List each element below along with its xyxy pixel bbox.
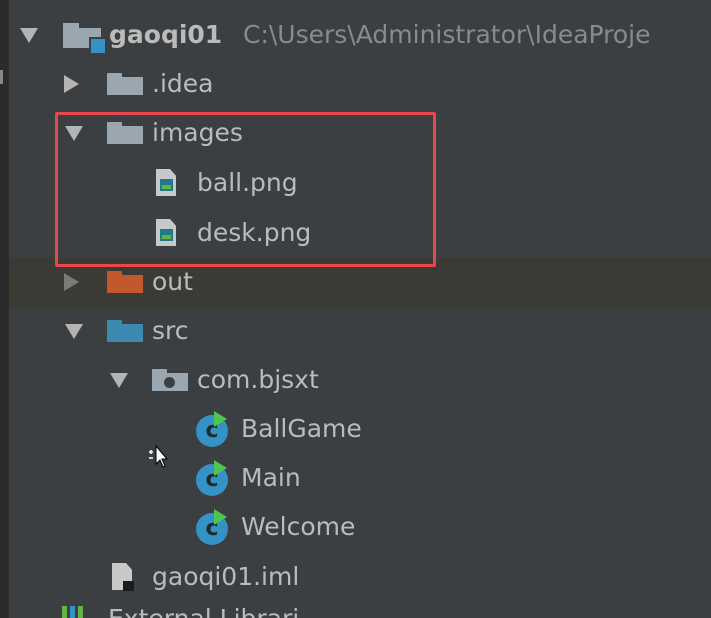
tree-item-label: BallGame [241,414,362,443]
tree-item-label: gaoqi01.iml [152,562,300,591]
module-file-icon [112,563,134,591]
project-name: gaoqi01 [109,20,223,49]
java-class-run-icon: c [196,411,232,447]
tree-row-external-libraries[interactable]: External Librari [20,604,380,618]
highlight-annotation-box [55,112,436,267]
tree-row-src[interactable]: src [9,307,711,356]
folder-icon [107,73,143,95]
java-class-run-icon: c [196,509,232,545]
left-gutter [0,0,9,618]
chevron-right-icon[interactable] [64,75,79,93]
tree-item-label: Welcome [241,512,356,541]
package-icon [152,369,188,391]
chevron-down-icon[interactable] [110,373,128,388]
library-icon [62,606,86,618]
chevron-down-icon[interactable] [20,28,38,43]
gutter-mark [0,70,3,84]
project-path: C:\Users\Administrator\IdeaProje [243,20,651,49]
tree-row-main[interactable]: c Main [9,454,711,503]
java-class-run-icon: c [196,460,232,496]
tree-row-project-root[interactable]: gaoqi01 C:\Users\Administrator\IdeaProje [9,11,711,60]
tree-row-iml[interactable]: gaoqi01.iml [9,553,711,602]
tree-row-com-bjsxt[interactable]: com.bjsxt [9,356,711,405]
cursor-icon [149,444,169,468]
chevron-down-icon[interactable] [65,324,83,339]
tree-item-label: src [152,316,189,345]
tree-item-label: Main [241,463,301,492]
tree-item-label: External Librari [108,604,299,618]
tree-row-idea[interactable]: .idea [9,60,711,109]
tree-item-label: com.bjsxt [197,365,319,394]
source-folder-icon [107,320,143,342]
tree-item-label: .idea [152,69,214,98]
tree-row-ballgame[interactable]: c BallGame [9,405,711,454]
project-folder-icon [63,23,107,55]
output-folder-icon [107,271,143,293]
chevron-right-icon[interactable] [64,273,79,291]
tree-row-welcome[interactable]: c Welcome [9,503,711,552]
tree-item-label: out [152,267,193,296]
